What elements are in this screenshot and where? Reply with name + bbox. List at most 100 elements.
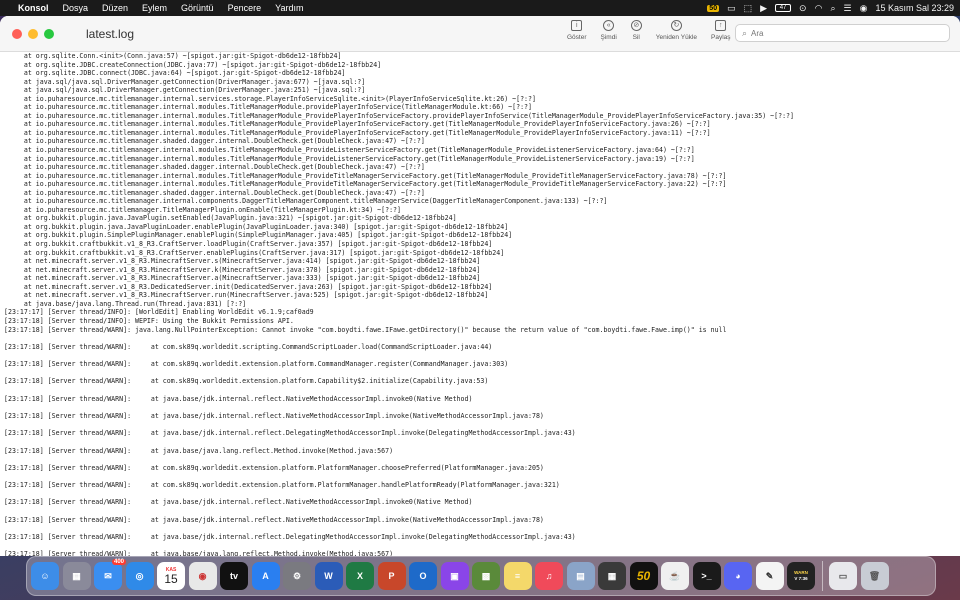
- music-glyph: ♫: [545, 571, 553, 581]
- menu-view[interactable]: Görüntü: [181, 3, 214, 13]
- fifty-label: 50: [636, 569, 651, 583]
- console-icon[interactable]: WARN V 7:36: [787, 562, 815, 590]
- music-icon[interactable]: ♫: [535, 562, 563, 590]
- tray-icon[interactable]: ▭: [727, 3, 736, 14]
- powerpoint-icon[interactable]: P: [377, 562, 406, 590]
- log-line: [23:17:18] [Server thread/WARN]: at java…: [4, 533, 576, 542]
- log-view[interactable]: at org.sqlite.Conn.<init>(Conn.java:57) …: [0, 52, 960, 556]
- clock[interactable]: 15 Kasım Sal 23:29: [875, 3, 954, 13]
- log-line: [23:17:18] [Server thread/WARN]: java.la…: [4, 325, 727, 334]
- calculator-icon[interactable]: ▦: [598, 562, 626, 590]
- terminal-glyph: >_: [701, 571, 712, 581]
- menu-action[interactable]: Eylem: [142, 3, 167, 13]
- launchpad-icon[interactable]: ▦: [62, 562, 91, 590]
- share-button[interactable]: ↑ Paylaş: [704, 20, 738, 41]
- show-button[interactable]: i Göster: [560, 20, 594, 41]
- mail-glyph: ✉: [104, 570, 112, 581]
- menu-app-name[interactable]: Konsol: [18, 3, 49, 13]
- menu-window[interactable]: Pencere: [228, 3, 262, 13]
- powerpoint-glyph: P: [388, 571, 395, 581]
- log-line: at org.sqlite.JDBC.createConnection(JDBC…: [4, 60, 382, 69]
- log-line: at io.puharesource.mc.titlemanager.shade…: [4, 137, 425, 146]
- menu-bar: Konsol Dosya Düzen Eylem Görüntü Pencere…: [0, 0, 960, 16]
- safari-icon[interactable]: ◎: [125, 562, 154, 590]
- excel-glyph: X: [356, 571, 363, 581]
- outlook-glyph: O: [419, 571, 427, 581]
- word-icon[interactable]: W: [314, 562, 343, 590]
- textedit-glyph: ✎: [765, 570, 774, 581]
- log-line: at org.bukkit.craftbukkit.v1_8_R3.CraftS…: [4, 248, 505, 257]
- mail-icon[interactable]: ✉ 400: [94, 559, 126, 590]
- window-title: latest.log: [86, 26, 135, 41]
- log-line: at net.minecraft.server.v1_8_R3.Minecraf…: [4, 291, 489, 300]
- wifi-icon[interactable]: ◠: [815, 3, 823, 14]
- log-line: at io.puharesource.mc.titlemanager.inter…: [4, 94, 536, 103]
- log-line: at org.sqlite.Conn.<init>(Conn.java:57) …: [4, 52, 342, 60]
- minecraft-icon[interactable]: ▩: [472, 562, 500, 590]
- document-glyph: ▭: [838, 570, 848, 581]
- log-line: [23:17:18] [Server thread/WARN]: at java…: [4, 446, 394, 455]
- fifty-icon[interactable]: 50: [629, 562, 658, 590]
- document-icon[interactable]: ▭: [829, 562, 857, 590]
- discord-icon[interactable]: ◕: [724, 562, 752, 590]
- search-icon[interactable]: ⌕: [830, 3, 835, 14]
- now-button[interactable]: « Şimdi: [594, 20, 624, 41]
- reload-label: Yeniden Yükle: [655, 34, 697, 41]
- textedit-icon[interactable]: ✎: [755, 562, 784, 590]
- menu-edit[interactable]: Düzen: [102, 3, 128, 13]
- menu-file[interactable]: Dosya: [63, 3, 89, 13]
- safari-glyph: ◎: [135, 570, 144, 581]
- finder-icon[interactable]: ☺: [31, 562, 59, 590]
- outlook-icon[interactable]: O: [409, 562, 437, 590]
- console-window: latest.log i Göster « Şimdi ⊘ Sil ↻ Yeni…: [0, 16, 960, 556]
- search-field[interactable]: ⌕: [735, 24, 950, 42]
- chrome-glyph: ◉: [198, 570, 207, 581]
- console-time-label: V 7:36: [794, 576, 808, 581]
- terminal-icon[interactable]: >_: [692, 562, 721, 590]
- discord-glyph: ◕: [735, 571, 741, 581]
- delete-label: Sil: [632, 34, 640, 41]
- fifty-status-icon[interactable]: 50: [707, 4, 720, 12]
- log-line: at org.bukkit.plugin.java.JavaPluginLoad…: [4, 222, 509, 231]
- search-icon: ⌕: [742, 27, 748, 38]
- java-icon[interactable]: ☕: [661, 562, 689, 590]
- siri-icon[interactable]: ◉: [860, 3, 868, 14]
- apple-tv-icon[interactable]: tv: [220, 562, 248, 590]
- box-icon[interactable]: ⬚: [744, 3, 753, 14]
- now-label: Şimdi: [600, 34, 617, 41]
- share-icon: ↑: [715, 20, 727, 31]
- play-icon[interactable]: ▶: [760, 3, 767, 14]
- log-line: at io.puharesource.mc.titlemanager.inter…: [4, 111, 794, 120]
- user-icon[interactable]: ⊙: [799, 3, 807, 14]
- log-line: at io.puharesource.mc.titlemanager.inter…: [4, 120, 711, 129]
- app-store-icon[interactable]: A: [251, 562, 280, 590]
- close-button[interactable]: [12, 28, 22, 39]
- log-line: at io.puharesource.mc.titlemanager.inter…: [4, 103, 532, 112]
- trash-icon[interactable]: 🗑: [860, 562, 889, 590]
- delete-button[interactable]: ⊘ Sil: [624, 20, 649, 41]
- menu-help[interactable]: Yardım: [275, 3, 303, 13]
- log-line: at org.sqlite.JDBC.connect(JDBC.java:64)…: [4, 69, 346, 78]
- apple-tv-glyph: tv: [229, 571, 238, 581]
- system-settings-icon[interactable]: ⚙: [283, 562, 311, 590]
- log-line: [23:17:18] [Server thread/WARN]: at java…: [4, 498, 473, 507]
- log-line: [23:17:18] [Server thread/WARN]: at com.…: [4, 360, 509, 369]
- log-line: at net.minecraft.server.v1_8_R3.Minecraf…: [4, 274, 481, 283]
- chrome-icon[interactable]: ◉: [188, 562, 217, 590]
- search-input[interactable]: [751, 28, 932, 38]
- log-line: at io.puharesource.mc.titlemanager.shade…: [4, 188, 425, 197]
- preview-icon[interactable]: ▤: [566, 562, 595, 590]
- calculator-glyph: ▦: [607, 570, 617, 581]
- log-line: at io.puharesource.mc.titlemanager.inter…: [4, 146, 695, 155]
- minimize-button[interactable]: [28, 28, 38, 39]
- calendar-icon[interactable]: KAS 15: [157, 562, 185, 590]
- reload-button[interactable]: ↻ Yeniden Yükle: [649, 20, 704, 41]
- info-icon: i: [571, 20, 583, 31]
- excel-icon[interactable]: X: [346, 562, 374, 590]
- notes-icon[interactable]: ≡: [503, 562, 532, 590]
- control-center-icon[interactable]: ☰: [844, 3, 852, 14]
- dock: ☺ ▦ ✉ 400 ◎ KAS 15 ◉ tv A ⚙ W X P O ▣ ▩ ≡ ♫ ▤ ▦ 50 ☕ >_ ◕ ✎ WARN V …: [26, 556, 936, 596]
- zoom-button[interactable]: [44, 28, 54, 39]
- twitch-icon[interactable]: ▣: [440, 562, 469, 590]
- battery-icon[interactable]: 47: [775, 4, 792, 12]
